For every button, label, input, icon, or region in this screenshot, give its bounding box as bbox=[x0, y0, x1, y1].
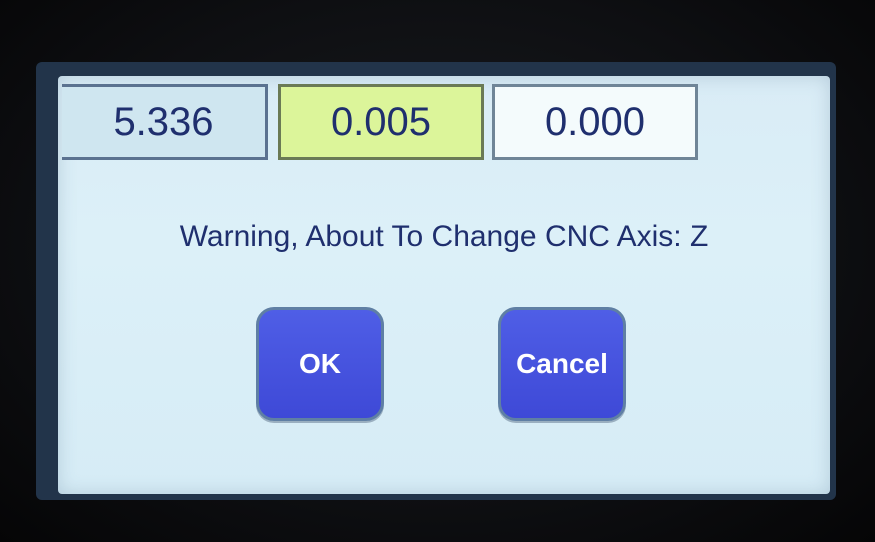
warning-message: Warning, About To Change CNC Axis: Z bbox=[179, 220, 709, 253]
ok-button[interactable]: OK bbox=[256, 307, 384, 421]
readout-field-2-selected[interactable]: 0.005 bbox=[278, 84, 484, 160]
readout-field-3[interactable]: 0.000 bbox=[492, 84, 698, 160]
readout-field-1[interactable]: 5.336 bbox=[62, 84, 268, 160]
cancel-button[interactable]: Cancel bbox=[498, 307, 626, 421]
